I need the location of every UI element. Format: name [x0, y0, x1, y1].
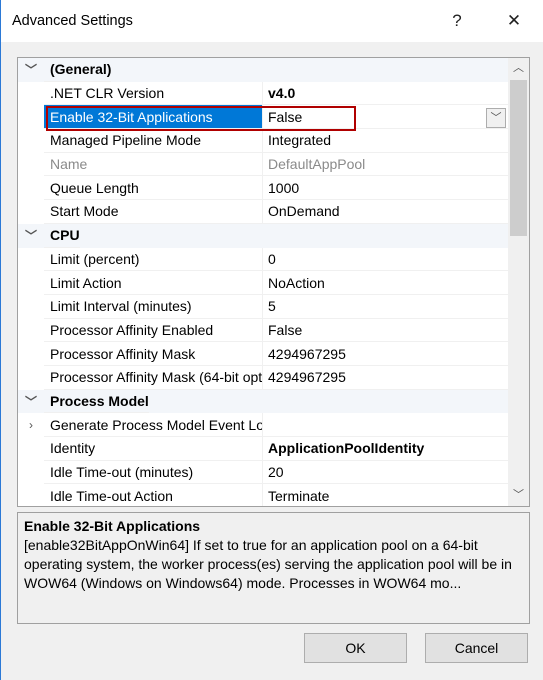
property-label: Managed Pipeline Mode — [44, 129, 263, 153]
property-value[interactable]: ApplicationPoolIdentity — [263, 437, 508, 461]
description-title: Enable 32-Bit Applications — [24, 518, 201, 534]
property-label: Process Model — [44, 390, 149, 414]
row-gutter — [18, 271, 44, 295]
row-gutter — [18, 248, 44, 272]
scrollbar-thumb[interactable] — [510, 80, 527, 236]
property-label: Limit (percent) — [44, 247, 263, 272]
row-gutter — [18, 200, 44, 224]
property-label: Idle Time-out Action — [44, 484, 263, 506]
row-gutter — [18, 153, 44, 177]
property-row[interactable]: Queue Length 1000 — [18, 176, 508, 201]
property-value[interactable]: NoAction — [263, 271, 508, 295]
help-button[interactable]: ? — [442, 8, 472, 34]
property-value[interactable]: 1000 — [263, 176, 508, 201]
row-gutter — [18, 366, 44, 390]
property-row[interactable]: Limit Action NoAction — [18, 271, 508, 295]
window-title: Advanced Settings — [12, 13, 133, 29]
property-label: (General) — [44, 58, 112, 82]
chevron-down-icon: ﹀ — [490, 112, 502, 124]
property-row[interactable]: Idle Time-out (minutes) 20 — [18, 460, 508, 485]
title-bar: Advanced Settings ? ✕ — [1, 0, 543, 42]
value-dropdown-button[interactable]: ﹀ — [486, 108, 506, 128]
property-label: Processor Affinity Mask — [44, 342, 263, 366]
property-value[interactable]: DefaultAppPool — [263, 153, 508, 177]
property-row[interactable]: Idle Time-out Action Terminate — [18, 484, 508, 506]
property-label: .NET CLR Version — [44, 81, 263, 106]
category-row[interactable]: ﹀ (General) — [18, 58, 508, 82]
row-gutter — [18, 82, 44, 106]
row-gutter — [18, 484, 44, 506]
property-value[interactable]: Terminate — [263, 484, 508, 506]
chevron-right-icon[interactable]: › — [18, 413, 44, 437]
property-label: Enable 32-Bit Applications — [44, 105, 263, 130]
close-button[interactable]: ✕ — [499, 8, 529, 34]
property-row[interactable]: Identity ApplicationPoolIdentity — [18, 437, 508, 461]
property-label: Generate Process Model Event Log Entry — [44, 413, 263, 437]
property-row[interactable]: Limit Interval (minutes) 5 — [18, 294, 508, 319]
property-label: Idle Time-out (minutes) — [44, 460, 263, 485]
property-row[interactable]: Name DefaultAppPool — [18, 152, 508, 177]
property-row[interactable]: Processor Affinity Mask (64-bit option) 4… — [18, 365, 508, 390]
property-label: Start Mode — [44, 200, 263, 224]
property-row[interactable]: Limit (percent) 0 — [18, 247, 508, 272]
chevron-down-icon[interactable]: ﹀ — [18, 224, 44, 248]
property-row[interactable]: Processor Affinity Enabled False — [18, 318, 508, 343]
property-value[interactable]: False — [263, 105, 508, 130]
row-gutter — [18, 342, 44, 366]
property-label: Limit Interval (minutes) — [44, 294, 263, 319]
property-row[interactable]: ›Generate Process Model Event Log Entry — [18, 413, 508, 437]
property-value[interactable]: 0 — [263, 248, 508, 272]
property-label: Name — [44, 152, 263, 177]
property-label: CPU — [44, 224, 80, 248]
property-value[interactable]: 20 — [263, 461, 508, 485]
property-value[interactable]: 4294967295 — [263, 342, 508, 366]
property-label: Processor Affinity Mask (64-bit option) — [44, 365, 263, 390]
property-value[interactable] — [263, 413, 508, 437]
property-row[interactable]: Enable 32-Bit Applications False — [18, 105, 508, 130]
scroll-down-button[interactable]: ﹀ — [508, 485, 529, 506]
property-row[interactable]: Processor Affinity Mask 4294967295 — [18, 342, 508, 366]
row-gutter — [18, 105, 44, 129]
cancel-button[interactable]: Cancel — [425, 633, 528, 663]
property-label: Identity — [44, 437, 263, 461]
description-text: [enable32BitAppOnWin64] If set to true f… — [24, 537, 512, 591]
property-value[interactable]: Integrated — [263, 129, 508, 153]
description-panel: Enable 32-Bit Applications [enable32BitA… — [17, 512, 530, 624]
property-value[interactable]: 5 — [263, 295, 508, 319]
row-gutter — [18, 129, 44, 153]
property-label: Queue Length — [44, 176, 263, 201]
row-gutter — [18, 461, 44, 485]
ok-button[interactable]: OK — [304, 633, 407, 663]
chevron-down-icon: ﹀ — [513, 489, 524, 501]
scroll-up-button[interactable]: ︿ — [508, 58, 529, 79]
property-value[interactable]: 4294967295 — [263, 366, 508, 390]
row-gutter — [18, 176, 44, 200]
property-row[interactable]: .NET CLR Version v4.0 — [18, 81, 508, 106]
chevron-up-icon: ︿ — [513, 62, 524, 74]
property-row[interactable]: Managed Pipeline Mode Integrated — [18, 129, 508, 153]
category-row[interactable]: ﹀ CPU — [18, 223, 508, 248]
property-value[interactable]: v4.0 — [263, 82, 508, 106]
category-row[interactable]: ﹀ Process Model — [18, 389, 508, 414]
row-gutter — [18, 437, 44, 461]
chevron-down-icon[interactable]: ﹀ — [18, 390, 44, 414]
property-grid[interactable]: ﹀ (General) .NET CLR Version v4.0 Enable 32-… — [17, 57, 530, 507]
property-label: Processor Affinity Enabled — [44, 318, 263, 343]
property-rows: ﹀ (General) .NET CLR Version v4.0 Enable 32-… — [18, 58, 508, 506]
row-gutter — [18, 319, 44, 343]
vertical-scrollbar[interactable]: ︿ ﹀ — [508, 58, 529, 506]
row-gutter — [18, 295, 44, 319]
property-value[interactable]: False — [263, 319, 508, 343]
property-value[interactable]: OnDemand — [263, 200, 508, 224]
chevron-down-icon[interactable]: ﹀ — [18, 58, 44, 82]
property-label: Limit Action — [44, 271, 263, 295]
property-row[interactable]: Start Mode OnDemand — [18, 200, 508, 224]
